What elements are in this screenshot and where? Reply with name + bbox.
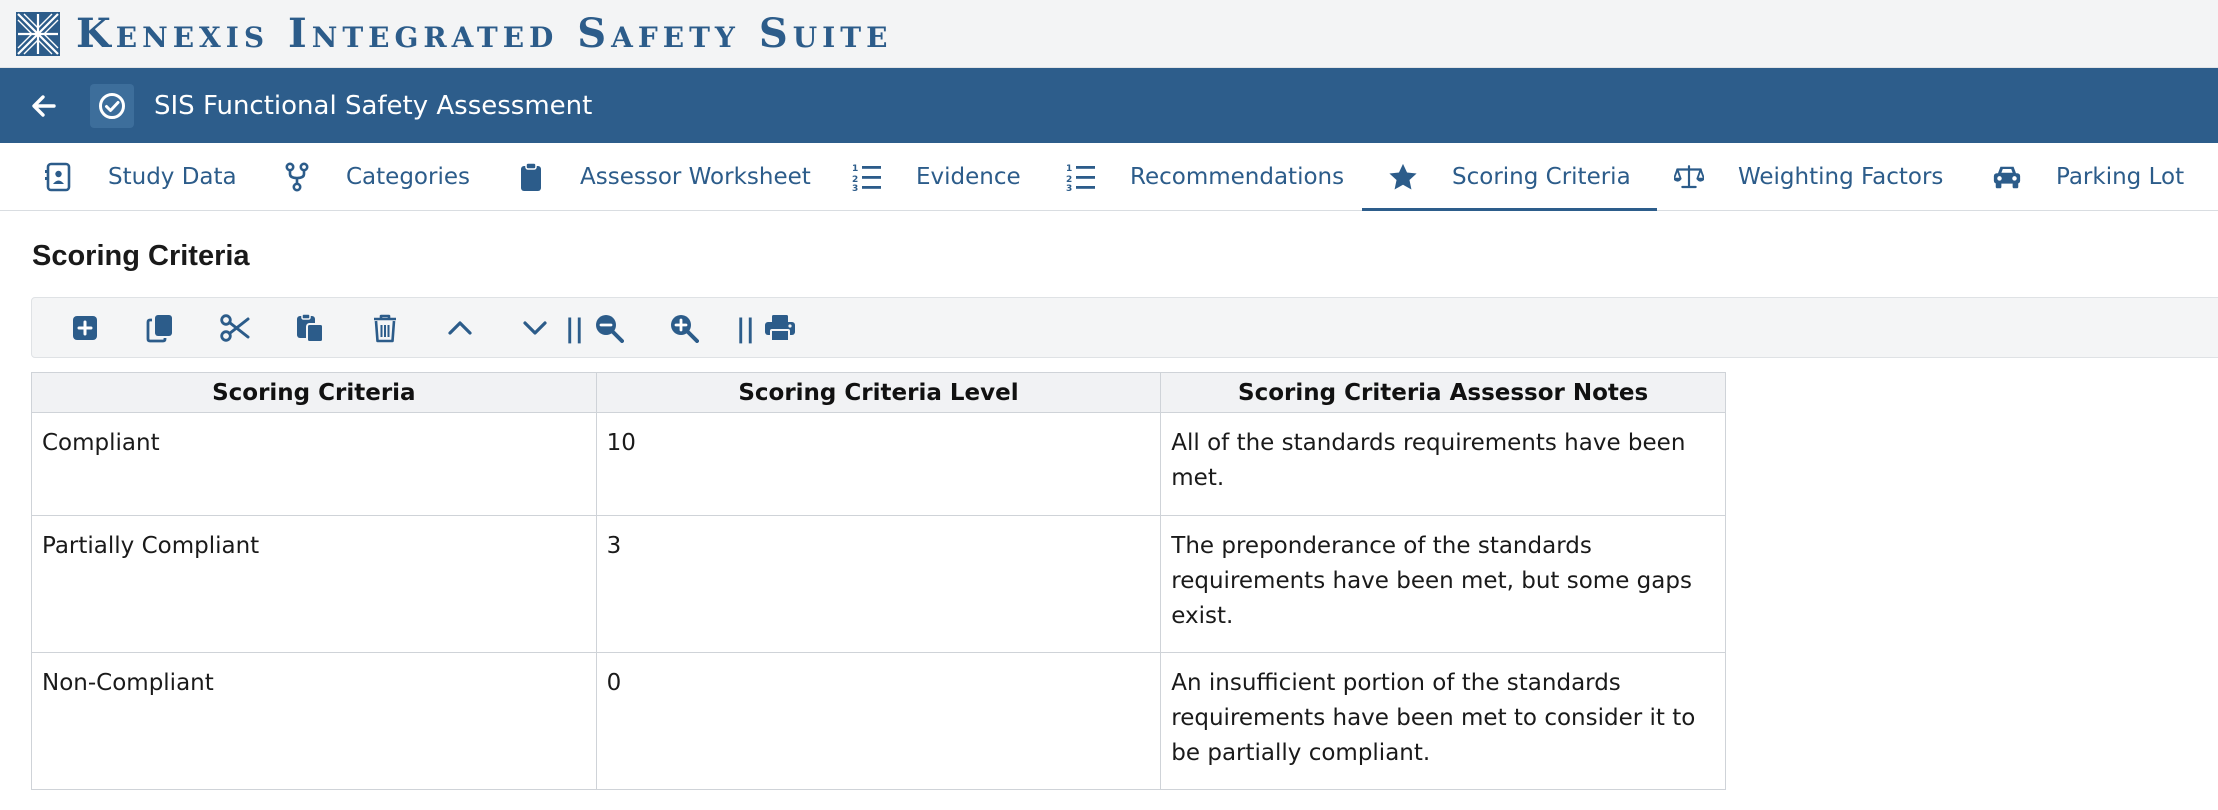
table-row[interactable]: Non-Compliant 0 An insufficient portion … [31,652,1726,790]
tab-label: Scoring Criteria [1452,164,1631,190]
cut-button[interactable] [218,311,252,345]
cell-scoring-criteria[interactable]: Partially Compliant [31,515,597,653]
column-header-scoring-criteria-level[interactable]: Scoring Criteria Level [595,372,1162,413]
move-up-icon [448,321,472,335]
svg-text:3: 3 [852,184,858,192]
page-title: SIS Functional Safety Assessment [154,90,593,121]
add-button[interactable] [68,311,102,345]
move-down-button[interactable] [518,311,552,345]
tab-label: Parking Lot [2056,164,2185,190]
cell-assessor-notes[interactable]: The preponderance of the standards requi… [1160,515,1726,653]
copy-button[interactable] [143,311,177,345]
car-icon [1992,162,2022,192]
kenexis-logo-icon [16,11,60,56]
tab-label: Weighting Factors [1738,164,1944,190]
tab-categories[interactable]: Categories [282,143,470,211]
print-icon [765,315,795,342]
scoring-criteria-table: Scoring Criteria Scoring Criteria Level … [31,372,1726,790]
toolbar: || || [31,297,2218,358]
back-button[interactable] [22,84,66,128]
zoom-out-icon [596,315,624,343]
cell-scoring-criteria[interactable]: Compliant [31,412,597,516]
table-header-row: Scoring Criteria Scoring Criteria Level … [31,372,1726,413]
scale-icon [1674,162,1704,192]
cut-icon [220,314,250,342]
tab-parking-lot[interactable]: Parking Lot [1992,143,2184,211]
tab-scoring-criteria[interactable]: Scoring Criteria [1362,143,1657,211]
zoom-in-icon [671,315,699,343]
zoom-in-button[interactable] [667,311,701,345]
add-icon [73,316,97,340]
svg-text:1: 1 [852,164,858,174]
section-title: Scoring Criteria [32,240,250,272]
app-icon [90,83,134,128]
cell-scoring-criteria-level[interactable]: 0 [595,652,1162,790]
tab-label: Study Data [108,164,237,190]
print-button[interactable] [763,311,797,345]
table-row[interactable]: Compliant 10 All of the standards requir… [31,412,1726,516]
tab-label: Categories [346,164,470,190]
delete-button[interactable] [368,311,402,345]
clipboard-icon [516,162,546,192]
table-row[interactable]: Partially Compliant 3 The preponderance … [31,515,1726,653]
tab-study-data[interactable]: Study Data [44,143,237,211]
brand-bar: Kenexis Integrated Safety Suite [0,0,2218,68]
svg-text:3: 3 [1066,184,1072,192]
tab-weighting-factors[interactable]: Weighting Factors [1674,143,1943,211]
star-icon [1388,162,1418,192]
paste-button[interactable] [293,311,327,345]
cell-scoring-criteria-level[interactable]: 3 [595,515,1162,653]
tab-assessor-worksheet[interactable]: Assessor Worksheet [516,143,811,211]
id-card-icon [44,162,74,192]
cell-assessor-notes[interactable]: All of the standards requirements have b… [1160,412,1726,516]
column-header-assessor-notes[interactable]: Scoring Criteria Assessor Notes [1160,372,1726,413]
copy-icon [146,315,172,343]
cell-assessor-notes[interactable]: An insufficient portion of the standards… [1160,652,1726,790]
move-down-icon [523,321,547,335]
tab-bar: Study Data Categories Assessor Worksheet… [0,143,2218,211]
arrow-left-icon [32,94,56,117]
numbered-list-icon: 1 2 3 [1066,162,1096,192]
check-circle-icon [99,92,125,119]
zoom-out-button[interactable] [592,311,626,345]
tab-recommendations[interactable]: 1 2 3 Recommendations [1066,143,1344,211]
toolbar-separator: || [565,314,584,344]
cell-scoring-criteria-level[interactable]: 10 [595,412,1162,516]
move-up-button[interactable] [443,311,477,345]
app-header: SIS Functional Safety Assessment [0,68,2218,143]
toolbar-separator: || [736,314,755,344]
branch-icon [282,162,312,192]
cell-scoring-criteria[interactable]: Non-Compliant [31,652,597,790]
svg-text:1: 1 [1066,164,1072,174]
delete-icon [374,314,396,343]
tab-label: Assessor Worksheet [580,164,811,190]
column-header-scoring-criteria[interactable]: Scoring Criteria [31,372,597,413]
tab-evidence[interactable]: 1 2 3 Evidence [852,143,1021,211]
tab-label: Evidence [916,164,1021,190]
paste-icon [297,313,324,343]
tab-label: Recommendations [1130,164,1345,190]
brand-title: Kenexis Integrated Safety Suite [76,10,893,57]
numbered-list-icon: 1 2 3 [852,162,882,192]
